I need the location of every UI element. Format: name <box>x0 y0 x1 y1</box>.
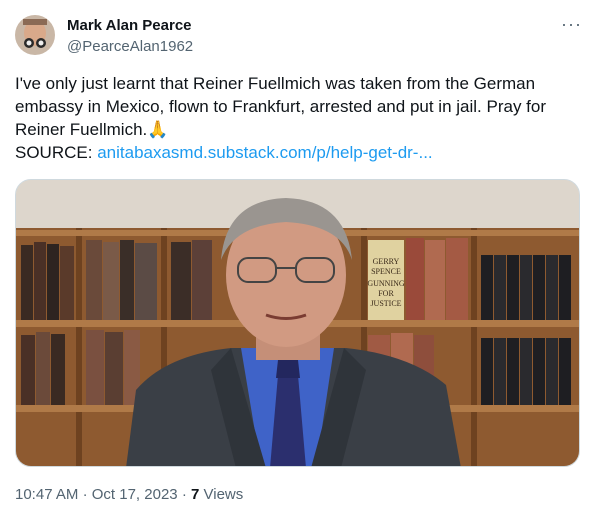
tweet-meta: 10:47 AM · Oct 17, 2023 · 7 Views <box>15 486 243 503</box>
source-label: SOURCE: <box>15 143 93 162</box>
tweet-line: embassy in Mexico, flown to Frankfurt, a… <box>15 97 547 116</box>
svg-text:SPENCE: SPENCE <box>371 267 401 276</box>
source-link[interactable]: anitabaxasmd.substack.com/p/help-get-dr-… <box>97 143 432 162</box>
views-label: Views <box>203 486 244 503</box>
svg-text:GERRY: GERRY <box>373 257 400 266</box>
more-horizontal-icon[interactable]: ··· <box>561 14 582 35</box>
video-thumbnail[interactable]: GERRY SPENCE GUNNING FOR JUSTICE <box>15 179 580 467</box>
views-count: 7 <box>190 486 200 503</box>
tweet-line: I've only just learnt that Reiner Fuellm… <box>15 74 536 93</box>
tweet-line-last: Reiner Fuellmich.🙏 <box>15 118 575 141</box>
meta-separator: · <box>82 486 92 503</box>
avatar[interactable] <box>15 15 55 55</box>
tweet-text: I've only just learnt that Reiner Fuellm… <box>15 72 575 164</box>
tweet-date[interactable]: Oct 17, 2023 <box>92 486 178 503</box>
svg-text:FOR: FOR <box>378 289 394 298</box>
tweet-time[interactable]: 10:47 AM <box>15 486 78 503</box>
tweet-card: Mark Alan Pearce @PearceAlan1962 ··· I'v… <box>0 0 595 508</box>
author-name[interactable]: Mark Alan Pearce <box>67 17 192 34</box>
praying-hands-emoji-icon: 🙏 <box>147 120 169 139</box>
svg-text:JUSTICE: JUSTICE <box>370 299 401 308</box>
book-cover-text: GERRY SPENCE GUNNING FOR JUSTICE <box>367 257 405 308</box>
svg-text:GUNNING: GUNNING <box>367 279 405 288</box>
tweet-line-text: Reiner Fuellmich. <box>15 120 148 139</box>
source-line: SOURCE: anitabaxasmd.substack.com/p/help… <box>15 141 575 164</box>
meta-separator: · <box>181 486 191 503</box>
author-handle[interactable]: @PearceAlan1962 <box>67 38 193 55</box>
